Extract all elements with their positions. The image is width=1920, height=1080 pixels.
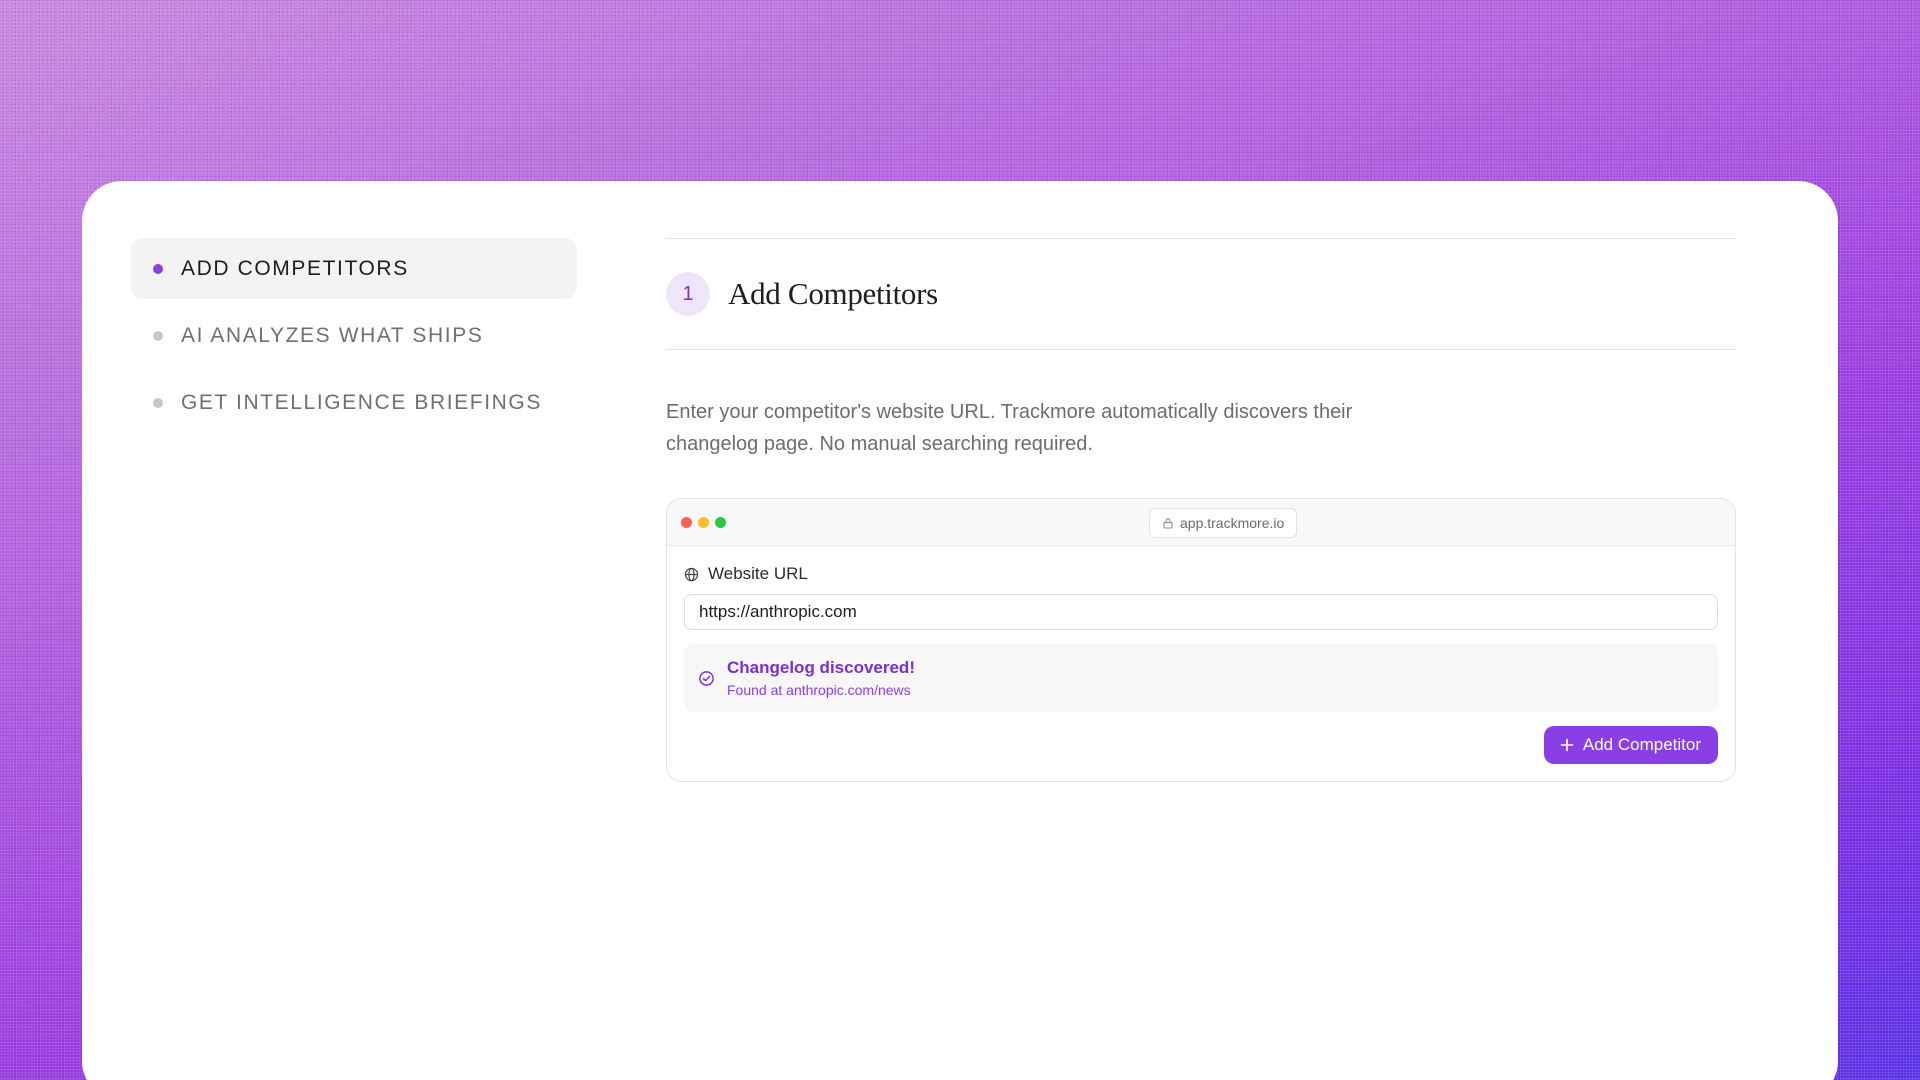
browser-body: Website URL Changelog discovered! Found …	[667, 564, 1735, 712]
step-navigation: ADD COMPETITORS AI ANALYZES WHAT SHIPS G…	[131, 238, 577, 439]
globe-icon	[684, 567, 699, 581]
step-item-add-competitors[interactable]: ADD COMPETITORS	[131, 238, 577, 299]
step-dot	[153, 330, 163, 341]
step-content: 1 Add Competitors Enter your competitor'…	[666, 238, 1736, 782]
step-number-badge: 1	[666, 272, 710, 316]
status-subtitle: Found at anthropic.com/news	[727, 682, 911, 698]
minimize-window-dot	[698, 517, 709, 528]
maximize-window-dot	[715, 517, 726, 528]
changelog-status: Changelog discovered! Found at anthropic…	[684, 644, 1718, 712]
step-item-ai-analyzes[interactable]: AI ANALYZES WHAT SHIPS	[131, 305, 577, 366]
check-circle-icon	[699, 670, 714, 686]
browser-mockup: app.trackmore.io Website URL https://ant…	[666, 498, 1736, 782]
add-button-label: Add Competitor	[1582, 735, 1701, 754]
website-url-label: Website URL	[684, 564, 1718, 584]
step-header: 1 Add Competitors	[666, 239, 1736, 349]
address-bar: app.trackmore.io	[1149, 508, 1298, 538]
close-window-dot	[681, 517, 692, 528]
step-label: GET INTELLIGENCE BRIEFINGS	[181, 390, 542, 414]
lock-icon	[1163, 518, 1173, 529]
status-title: Changelog discovered!	[727, 658, 915, 677]
step-description: Enter your competitor's website URL. Tra…	[666, 401, 1353, 455]
step-item-intelligence-briefings[interactable]: GET INTELLIGENCE BRIEFINGS	[131, 372, 577, 433]
window-controls	[681, 517, 726, 528]
browser-toolbar: app.trackmore.io	[667, 499, 1735, 546]
step-dot	[153, 397, 163, 408]
address-text: app.trackmore.io	[1180, 515, 1285, 531]
field-label-text: Website URL	[708, 564, 808, 583]
onboarding-card: ADD COMPETITORS AI ANALYZES WHAT SHIPS G…	[82, 181, 1838, 1080]
add-competitor-button[interactable]: Add Competitor	[1543, 726, 1718, 764]
step-label: AI ANALYZES WHAT SHIPS	[181, 323, 484, 347]
page-title: Add Competitors	[728, 276, 938, 311]
website-url-input[interactable]	[684, 594, 1718, 630]
step-label: ADD COMPETITORS	[181, 256, 409, 280]
plus-icon	[1560, 738, 1574, 752]
active-step-dot	[153, 263, 163, 274]
header-divider	[666, 349, 1736, 350]
status-text: Changelog discovered! Found at anthropic…	[727, 658, 915, 698]
